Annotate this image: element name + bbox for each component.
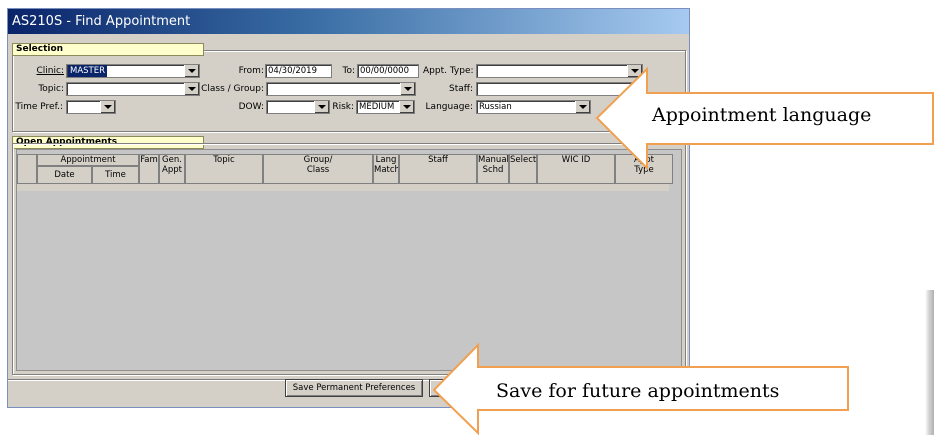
clinic-label: Clinic: — [36, 66, 64, 76]
chevron-down-icon[interactable] — [100, 101, 115, 113]
language-label: Language: — [425, 102, 473, 112]
selection-label: Selection — [12, 43, 204, 56]
col-blank — [17, 154, 37, 184]
col-time: Time — [92, 166, 139, 184]
dow-label: DOW: — [238, 102, 264, 112]
page-edge-shadow — [925, 290, 934, 435]
window-title: AS210S - Find Appointment — [8, 9, 689, 34]
col-topic: Topic — [185, 154, 263, 184]
to-label: To: — [342, 66, 355, 76]
col-manual-schd: Manual Schd — [477, 154, 509, 184]
col-staff: Staff — [399, 154, 477, 184]
save-callout-text: Save for future appointments — [496, 380, 780, 402]
appt-type-label: Appt. Type: — [423, 66, 474, 76]
chevron-down-icon[interactable] — [399, 101, 414, 113]
language-callout-text: Appointment language — [652, 104, 872, 126]
clinic-select[interactable]: MASTER — [66, 64, 200, 78]
chevron-down-icon[interactable] — [184, 65, 199, 77]
time-pref-select[interactable] — [66, 100, 116, 114]
risk-label: Risk: — [332, 102, 354, 112]
chevron-down-icon[interactable] — [314, 101, 329, 113]
topic-select[interactable] — [66, 82, 200, 96]
from-date-input[interactable]: 04/30/2019 — [265, 64, 332, 78]
appointments-grid-header: Appointment Date Time Fam Gen. Appt Topi… — [17, 154, 673, 191]
col-lang-match: Lang Match — [373, 154, 399, 184]
col-date: Date — [37, 166, 92, 184]
staff-label: Staff: — [449, 84, 473, 94]
col-select: Select — [509, 154, 537, 184]
col-gen-appt: Gen. Appt — [159, 154, 185, 184]
to-date-input[interactable]: 00/00/0000 — [357, 64, 419, 78]
chevron-down-icon[interactable] — [184, 83, 199, 95]
dow-select[interactable] — [266, 100, 330, 114]
class-group-select[interactable] — [266, 82, 416, 96]
class-group-label: Class / Group: — [201, 84, 264, 94]
topic-label: Topic: — [38, 84, 64, 94]
chevron-down-icon[interactable] — [400, 83, 415, 95]
language-select[interactable]: Russian — [476, 100, 591, 114]
from-label: From: — [238, 66, 264, 76]
chevron-down-icon[interactable] — [575, 101, 590, 113]
col-appointment: Appointment — [37, 154, 139, 166]
col-fam: Fam — [139, 154, 159, 184]
time-pref-label: Time Pref.: — [15, 102, 63, 112]
col-group-class: Group/ Class — [263, 154, 373, 184]
risk-select[interactable]: MEDIUM — [356, 100, 415, 114]
save-permanent-preferences-button[interactable]: Save Permanent Preferences — [285, 379, 423, 397]
